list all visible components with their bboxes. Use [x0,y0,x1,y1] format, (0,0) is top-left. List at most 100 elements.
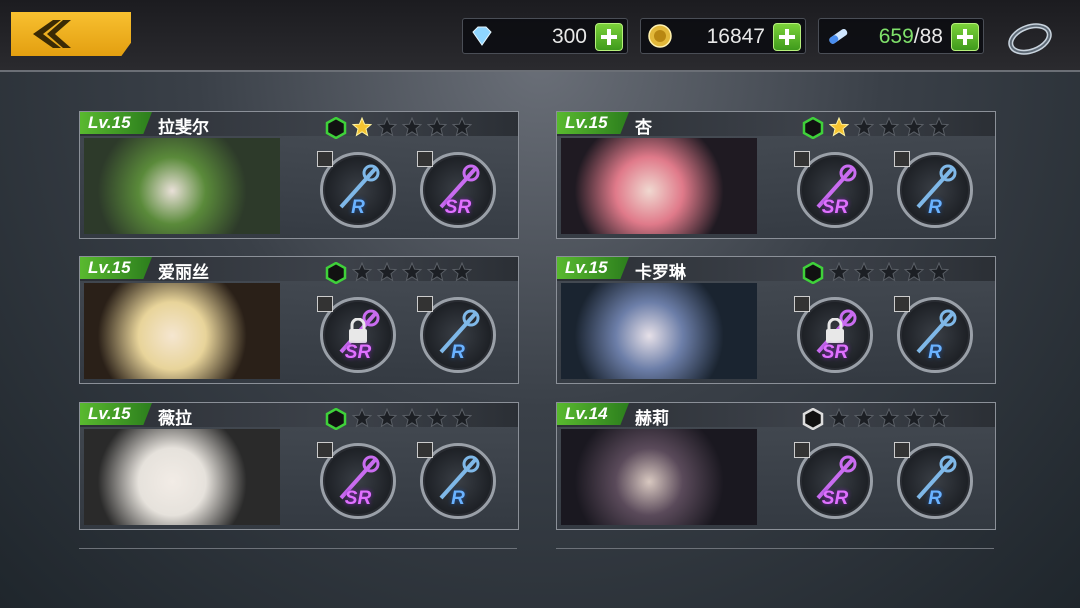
character-portrait [84,138,280,234]
weapon-rarity: R [351,197,365,218]
star-rating [351,407,477,433]
character-card[interactable]: Lv.15 薇拉 SR R [79,402,519,530]
star-icon [903,116,925,137]
star-icon [451,261,473,282]
lock-icon [826,318,844,343]
stamina-value: 659/88 [878,25,943,48]
character-name: 拉斐尔 [158,118,209,137]
character-name: 卡罗琳 [635,263,686,282]
star-icon [351,116,373,137]
character-portrait [84,429,280,525]
star-icon [351,261,373,282]
star-icon [853,261,875,282]
star-rating [351,116,477,142]
weapon-slot[interactable]: R [894,296,973,373]
add-coin-button[interactable] [773,23,801,51]
character-card[interactable]: Lv.15 拉斐尔 R SR [79,111,519,239]
character-name: 爱丽丝 [158,263,209,282]
star-icon [451,407,473,428]
star-icon [451,116,473,137]
add-diamond-button[interactable] [595,23,623,51]
character-name: 杏 [635,118,652,137]
star-icon [828,261,850,282]
star-icon [828,116,850,137]
coin-value: 16847 [706,25,765,48]
weapon-slot[interactable]: R [417,296,496,373]
character-name: 薇拉 [158,409,192,428]
hexagon-icon [802,117,824,139]
level-badge: Lv.15 [557,257,629,279]
star-rating [828,261,954,287]
weapon-rarity: SR [821,197,849,218]
weapon-slot[interactable]: SR [794,442,873,519]
star-rating [828,116,954,142]
star-icon [401,116,423,137]
star-icon [928,261,950,282]
coin-counter: 16847 [640,18,806,54]
hexagon-icon [802,408,824,430]
weapon-slot[interactable]: R [317,151,396,228]
character-portrait [84,283,280,379]
weapon-rarity: SR [821,342,849,363]
level-badge: Lv.15 [80,112,152,134]
star-icon [426,407,448,428]
level-badge: Lv.15 [80,257,152,279]
level-badge: Lv.15 [80,403,152,425]
weapon-rarity: SR [444,197,472,218]
hexagon-icon [325,262,347,284]
add-stamina-button[interactable] [951,23,979,51]
divider [556,548,994,549]
weapon-rarity: R [451,488,465,509]
star-icon [878,261,900,282]
weapon-slot[interactable]: R [894,151,973,228]
star-icon [426,116,448,137]
chevron-left-icon [33,20,71,48]
character-card[interactable]: Lv.15 爱丽丝 SR R [79,256,519,384]
weapon-slot[interactable]: SR [317,296,396,373]
character-portrait [561,429,757,525]
lock-icon [349,318,367,343]
character-portrait [561,283,757,379]
star-rating [828,407,954,433]
star-icon [401,261,423,282]
star-icon [928,407,950,428]
star-icon [828,407,850,428]
star-icon [376,407,398,428]
character-portrait [561,138,757,234]
character-name: 赫莉 [635,409,669,428]
hexagon-icon [802,262,824,284]
weapon-rarity: R [928,197,942,218]
character-card[interactable]: Lv.15 卡罗琳 SR R [556,256,996,384]
weapon-slot[interactable]: SR [794,296,873,373]
back-button[interactable] [11,12,131,56]
star-icon [853,116,875,137]
weapon-rarity: SR [821,488,849,509]
star-rating [351,261,477,287]
star-icon [903,407,925,428]
divider [0,70,1080,72]
stamina-counter: 659/88 [818,18,984,54]
star-icon [878,116,900,137]
weapon-slot[interactable]: R [894,442,973,519]
star-icon [853,407,875,428]
hexagon-icon [325,408,347,430]
diamond-counter: 300 [462,18,628,54]
weapon-slot[interactable]: SR [417,151,496,228]
star-icon [401,407,423,428]
stamina-icon [829,28,848,44]
star-icon [376,261,398,282]
star-icon [928,116,950,137]
character-card[interactable]: Lv.15 杏 SR R [556,111,996,239]
star-icon [903,261,925,282]
diamond-icon [472,26,492,46]
ring-icon[interactable] [1006,17,1054,57]
weapon-slot[interactable]: R [417,442,496,519]
weapon-rarity: SR [344,488,372,509]
weapon-rarity: R [928,342,942,363]
weapon-slot[interactable]: SR [794,151,873,228]
coin-icon [648,24,672,48]
weapon-slot[interactable]: SR [317,442,396,519]
character-card[interactable]: Lv.14 赫莉 SR R [556,402,996,530]
weapon-rarity: SR [344,342,372,363]
star-icon [878,407,900,428]
